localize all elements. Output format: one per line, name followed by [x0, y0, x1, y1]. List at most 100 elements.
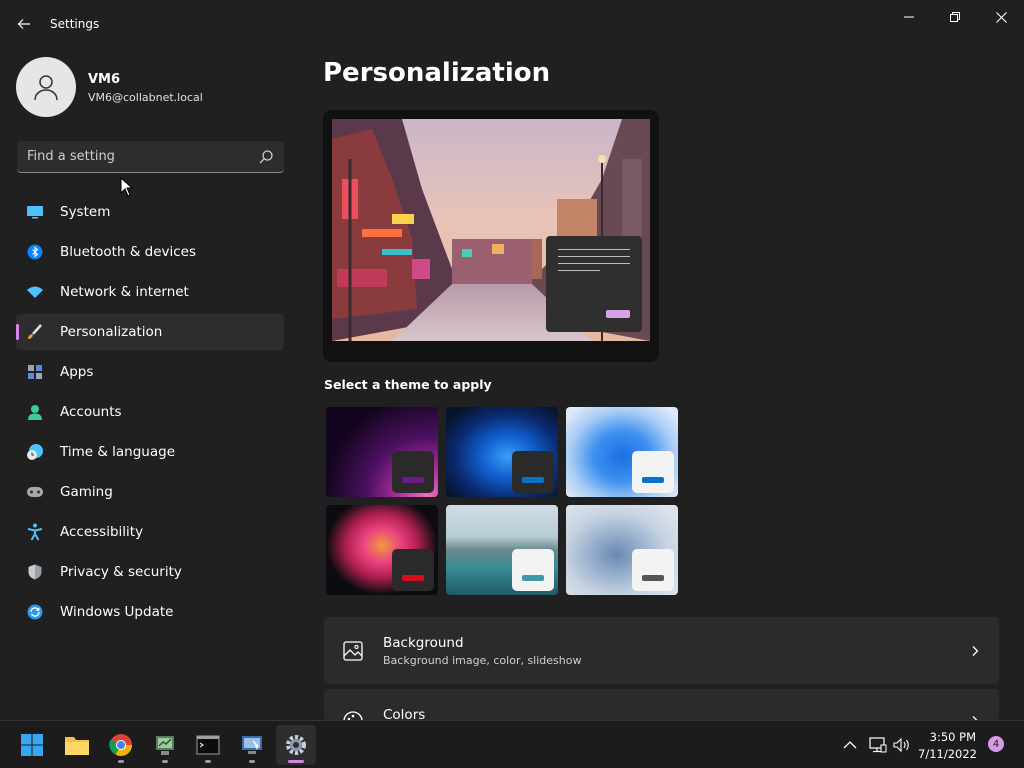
network-tray-button[interactable]: [869, 736, 887, 754]
speaker-icon: [893, 737, 909, 753]
file-explorer-button[interactable]: [57, 725, 97, 765]
search-input[interactable]: [17, 141, 252, 172]
notification-badge[interactable]: 4: [988, 736, 1004, 752]
shield-icon: [26, 563, 44, 581]
running-indicator: [249, 760, 255, 763]
back-button[interactable]: [10, 10, 38, 38]
terminal-button[interactable]: [188, 725, 228, 765]
server-manager-button[interactable]: [145, 725, 185, 765]
sidebar-item-network[interactable]: Network & internet: [16, 274, 284, 310]
taskbar: 3:50 PM 7/11/2022: [0, 720, 1024, 768]
avatar[interactable]: [16, 57, 76, 117]
sidebar-item-time-language[interactable]: Time & language: [16, 434, 284, 470]
sidebar-item-system[interactable]: System: [16, 194, 284, 230]
palette-icon: [343, 711, 363, 720]
accessibility-icon: [26, 523, 44, 541]
preview-line: [558, 263, 630, 264]
sidebar-item-label: Accessibility: [60, 524, 144, 540]
preview-line: [558, 270, 600, 271]
theme-tile-sunrise-lake[interactable]: [446, 505, 558, 595]
close-button[interactable]: [978, 6, 1024, 28]
app-title: Settings: [50, 17, 100, 31]
profile-name: VM6: [88, 72, 121, 87]
sidebar-item-gaming[interactable]: Gaming: [16, 474, 284, 510]
sidebar-item-label: Personalization: [60, 324, 163, 340]
theme-tile-flow-light[interactable]: [566, 505, 678, 595]
preview-window-sample: [546, 236, 642, 332]
monitor-icon: [26, 203, 44, 221]
sidebar-item-privacy-security[interactable]: Privacy & security: [16, 554, 284, 590]
gamepad-icon: [26, 483, 44, 501]
show-hidden-icons-button[interactable]: [841, 736, 859, 754]
sidebar-item-bluetooth[interactable]: Bluetooth & devices: [16, 234, 284, 270]
themes-heading: Select a theme to apply: [324, 377, 492, 392]
running-indicator: [288, 760, 304, 763]
theme-chip: [632, 451, 674, 493]
card-subtitle: Background image, color, slideshow: [383, 654, 582, 667]
sidebar-item-label: Privacy & security: [60, 564, 182, 580]
paintbrush-icon: [26, 323, 44, 341]
preview-line: [558, 256, 630, 257]
clock-time[interactable]: 3:50 PM: [928, 730, 976, 744]
card-title: Background: [383, 635, 464, 651]
clock-globe-icon: [26, 443, 44, 461]
sidebar-item-label: Accounts: [60, 404, 122, 420]
theme-tile-glow-dark[interactable]: [326, 407, 438, 497]
remote-desktop-button[interactable]: [232, 725, 272, 765]
network-icon: [869, 737, 887, 753]
image-icon: [343, 641, 363, 661]
background-card[interactable]: Background Background image, color, slid…: [324, 617, 999, 684]
running-indicator: [205, 760, 211, 763]
sidebar-item-personalization[interactable]: Personalization: [16, 314, 284, 350]
theme-accent-bar: [522, 477, 544, 483]
start-button[interactable]: [12, 725, 52, 765]
minimize-icon: [904, 16, 914, 18]
sidebar-item-windows-update[interactable]: Windows Update: [16, 594, 284, 630]
theme-accent-bar: [642, 477, 664, 483]
sidebar-item-label: Time & language: [60, 444, 176, 460]
update-icon: [26, 603, 44, 621]
sidebar-nav: System Bluetooth & devices Network & int…: [16, 194, 284, 634]
theme-accent-bar: [522, 575, 544, 581]
sidebar-item-label: System: [60, 204, 111, 220]
sidebar-item-accessibility[interactable]: Accessibility: [16, 514, 284, 550]
terminal-icon: [196, 735, 220, 755]
sidebar-item-accounts[interactable]: Accounts: [16, 394, 284, 430]
profile-email: VM6@collabnet.local: [88, 91, 203, 104]
volume-tray-button[interactable]: [893, 736, 911, 754]
restore-icon: [950, 12, 960, 22]
sidebar-item-label: Network & internet: [60, 284, 189, 300]
gear-icon: [286, 735, 306, 755]
search-icon[interactable]: [258, 149, 274, 165]
clock-date[interactable]: 7/11/2022: [918, 747, 977, 761]
theme-chip: [632, 549, 674, 591]
theme-chip: [392, 549, 434, 591]
sidebar-item-apps[interactable]: Apps: [16, 354, 284, 390]
folder-icon: [65, 737, 89, 755]
colors-card[interactable]: Colors: [324, 689, 999, 720]
theme-tile-captured-motion[interactable]: [326, 505, 438, 595]
chevron-right-icon: [972, 646, 979, 656]
sidebar-item-label: Apps: [60, 364, 94, 380]
theme-chip: [512, 451, 554, 493]
theme-accent-bar: [402, 477, 424, 483]
settings-taskbar-button[interactable]: [276, 725, 316, 765]
preview-line: [558, 249, 630, 250]
apps-icon: [26, 363, 44, 381]
chrome-button[interactable]: [101, 725, 141, 765]
theme-tile-bloom-dark[interactable]: [446, 407, 558, 497]
theme-chip: [392, 451, 434, 493]
windows-logo-icon: [21, 734, 43, 756]
person-icon: [26, 403, 44, 421]
theme-accent-bar: [642, 575, 664, 581]
theme-tile-bloom-light[interactable]: [566, 407, 678, 497]
sidebar-item-label: Windows Update: [60, 604, 174, 620]
title-bar: Settings: [0, 0, 1024, 48]
theme-accent-bar: [402, 575, 424, 581]
running-indicator: [162, 760, 168, 763]
minimize-button[interactable]: [886, 6, 932, 28]
sidebar-item-label: Bluetooth & devices: [60, 244, 197, 260]
restore-button[interactable]: [932, 6, 978, 28]
search-box[interactable]: [17, 141, 284, 173]
chevron-up-icon: [843, 741, 857, 749]
